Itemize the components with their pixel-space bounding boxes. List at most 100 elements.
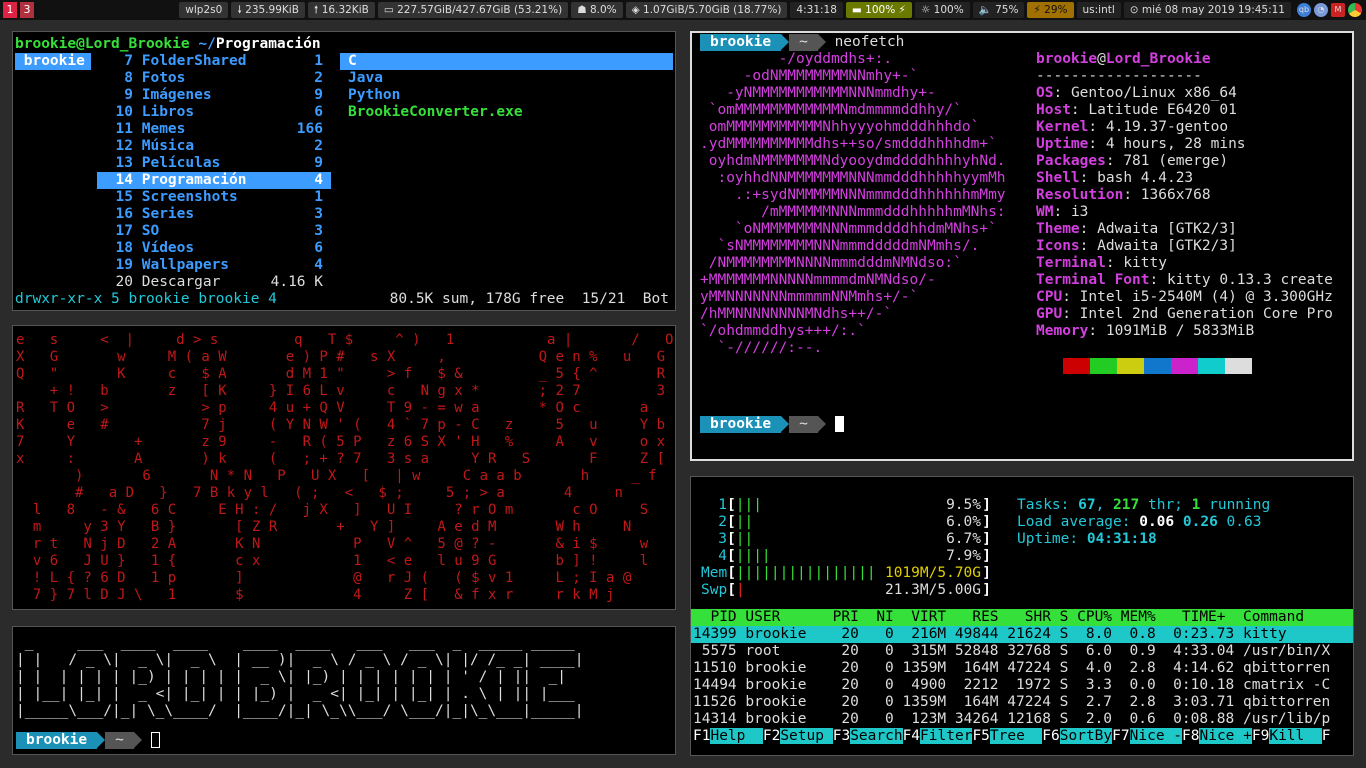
cmatrix-window[interactable]: e s < | d > s q T $ ^ ) 1 a | / OX G w M… xyxy=(12,325,676,610)
ranger-item[interactable]: 19 Wallpapers 4 xyxy=(97,257,331,274)
ranger-item[interactable]: 13 Películas 9 xyxy=(97,155,331,172)
ranger-preview-column: C Java Python BrookieConverter.exe xyxy=(340,53,673,121)
fkey-label[interactable]: Help xyxy=(710,728,763,744)
fkey-f5[interactable]: F5 xyxy=(972,728,989,744)
info-row: Theme: Adwaita [GTK2/3] xyxy=(1036,221,1237,237)
ranger-main-column: 7 FolderShared 1 8 Fotos 2 9 Imágenes 9 10 Lib… xyxy=(97,53,331,291)
ranger-preview-item[interactable]: Python xyxy=(340,87,673,104)
info-key: Kernel xyxy=(1036,119,1089,135)
info-value: kitty xyxy=(1123,255,1167,271)
info-row: Packages: 781 (emerge) xyxy=(1036,153,1229,169)
ranger-preview-item[interactable]: C xyxy=(340,53,673,70)
logo-line: omMMMMMMMMMMMNhhyyyohmdddhhhdo` xyxy=(700,119,980,135)
ranger-item-name: Wallpapers xyxy=(141,257,230,273)
memory-bracket: ] xyxy=(982,565,991,581)
fkey-f7[interactable]: F7 xyxy=(1112,728,1129,744)
uptime-label: Uptime: xyxy=(1017,531,1087,547)
threads-count: 217 xyxy=(1113,497,1140,513)
fkey-f8[interactable]: F8 xyxy=(1182,728,1199,744)
tasks-count: 67 xyxy=(1078,497,1096,513)
ranger-item[interactable]: 9 Imágenes 9 xyxy=(97,87,331,104)
cpu-bar: || xyxy=(735,531,754,547)
shell-prompt[interactable]: brookie ~ xyxy=(700,416,1350,433)
fkey-label[interactable]: Kill xyxy=(1269,728,1322,744)
fkey-label[interactable]: Nice - xyxy=(1129,728,1183,744)
matrix-row: R T O > > p 4 u + Q V T 9 - = w a * O c … xyxy=(16,400,649,416)
fkey-label[interactable]: Tree xyxy=(989,728,1043,744)
ranger-item[interactable]: 14 Programación 4 xyxy=(97,172,331,189)
fkey-f2[interactable]: F2 xyxy=(763,728,780,744)
ranger-item[interactable]: 17 SO 3 xyxy=(97,223,331,240)
info-value: 1366x768 xyxy=(1140,187,1211,203)
process-row[interactable]: 11510 brookie 20 0 1359M 164M 47224 S 4.… xyxy=(691,660,1353,677)
logo-line: .:+sydNMMMMMNNNmmmdddhhhhhhmMmy xyxy=(700,187,1006,203)
process-row[interactable]: 14314 brookie 20 0 123M 34264 12168 S 2.… xyxy=(691,711,1353,728)
swap-bar: | xyxy=(735,582,745,598)
info-value: 4 hours, 28 mins xyxy=(1105,136,1246,152)
ranger-item[interactable]: 15 Screenshots 1 xyxy=(97,189,331,206)
process-row[interactable]: 14399 brookie 20 0 216M 49844 21624 S 8.… xyxy=(691,626,1353,643)
status-volume: 🔈 75% xyxy=(972,2,1025,18)
ranger-window[interactable]: brookie@Lord_Brookie ~/Programación broo… xyxy=(12,31,676,311)
cpu-bar: || xyxy=(735,514,754,530)
process-row[interactable]: 11526 brookie 20 0 1359M 164M 47224 S 2.… xyxy=(691,694,1353,711)
fkey-f[interactable]: F xyxy=(1322,728,1331,744)
tray-app-icon[interactable]: ◔ xyxy=(1314,3,1328,17)
function-key-bar: F1Help F2Setup F3SearchF4FilterF5Tree F6… xyxy=(691,728,1353,745)
ranger-item-count: 166 xyxy=(296,121,323,137)
ranger-item[interactable]: 7 FolderShared 1 xyxy=(97,53,331,70)
info-row: Kernel: 4.19.37-gentoo xyxy=(1036,119,1229,135)
ranger-preview-item[interactable]: Java xyxy=(340,70,673,87)
fkey-label[interactable]: Filter xyxy=(920,728,973,744)
uptime-value: 04:31:18 xyxy=(1086,531,1157,547)
tray-qbittorrent-icon[interactable]: qb xyxy=(1297,3,1311,17)
htop-window[interactable]: 1[||| 9.5%] 2[|| 6.0%] 3[|| 6.7%] 4[|||| 7.9%] M… xyxy=(690,476,1354,756)
ranger-item-name: Programación xyxy=(141,172,247,188)
fkey-label[interactable]: Search xyxy=(850,728,903,744)
fkey-f6[interactable]: F6 xyxy=(1042,728,1059,744)
matrix-row: Q " K c $ A d M 1 " > f $ & _ 5 { ^ R xyxy=(16,366,666,382)
fkey-f4[interactable]: F4 xyxy=(903,728,920,744)
ranger-parent-item[interactable]: brookie xyxy=(15,53,91,70)
shell-prompt[interactable]: brookie ~ xyxy=(16,732,673,749)
fkey-label[interactable]: Setup xyxy=(780,728,833,744)
workspace-1[interactable]: 1 xyxy=(3,2,17,18)
status-download: 🠗 235.99KiB xyxy=(231,2,305,18)
info-row: Host: Latitude E6420 01 xyxy=(1036,102,1237,118)
ranger-item[interactable]: 18 Vídeos 6 xyxy=(97,240,331,257)
process-row[interactable]: 5575 root 20 0 315M 52848 32768 S 6.0 0.… xyxy=(691,643,1353,660)
logo-line: `oNMMMMMMMNNNmmmddddhhdmMNhs+` xyxy=(700,221,997,237)
fkey-f1[interactable]: F1 xyxy=(693,728,710,744)
process-row[interactable]: 14494 brookie 20 0 4900 2212 1972 S 3.3 … xyxy=(691,677,1353,694)
ranger-item[interactable]: 8 Fotos 2 xyxy=(97,70,331,87)
ranger-item[interactable]: 20 Descargar 4.16 K xyxy=(97,274,331,291)
ranger-item-name: Películas xyxy=(141,155,221,171)
info-row: Icons: Adwaita [GTK2/3] xyxy=(1036,238,1237,254)
tray-chrome-icon[interactable] xyxy=(1348,3,1362,17)
ranger-permissions: drwxr-xr-x 5 brookie brookie 4 xyxy=(15,291,277,307)
fkey-f9[interactable]: F9 xyxy=(1252,728,1269,744)
prompt-arrow-icon xyxy=(97,732,106,748)
ranger-preview-item[interactable]: BrookieConverter.exe xyxy=(340,104,673,121)
info-key: CPU xyxy=(1036,289,1063,305)
info-value: 1091MiB / 5833MiB xyxy=(1105,323,1255,339)
tray-mail-icon[interactable]: M xyxy=(1331,3,1345,17)
fkey-f3[interactable]: F3 xyxy=(833,728,850,744)
ranger-item[interactable]: 16 Series 3 xyxy=(97,206,331,223)
ranger-item[interactable]: 11 Memes 166 xyxy=(97,121,331,138)
ranger-item[interactable]: 12 Música 2 xyxy=(97,138,331,155)
ranger-item-number: 19 xyxy=(115,257,133,273)
cpu-label: 4 xyxy=(718,548,727,564)
info-separator: ------------------- xyxy=(1036,68,1202,84)
process-table-header[interactable]: PID USER PRI NI VIRT RES SHR S CPU% MEM%… xyxy=(691,609,1353,626)
workspace-3[interactable]: 3 xyxy=(20,2,34,18)
figlet-window[interactable]: _ ___ ____ ____ ____ ____ ___ ___ _ ____… xyxy=(12,626,676,755)
info-value: Latitude E6420 01 xyxy=(1088,102,1237,118)
ranger-item[interactable]: 10 Libros 6 xyxy=(97,104,331,121)
memory-label: Mem xyxy=(701,565,728,581)
color-swatch xyxy=(1063,358,1090,374)
fkey-label[interactable]: Nice + xyxy=(1199,728,1252,744)
fkey-label[interactable]: SortBy xyxy=(1059,728,1113,744)
cpu-value: 9.5% xyxy=(946,497,981,513)
neofetch-window[interactable]: brookie ~ neofetch -/oyddmdhs+:. -odNMMMM… xyxy=(690,31,1354,461)
